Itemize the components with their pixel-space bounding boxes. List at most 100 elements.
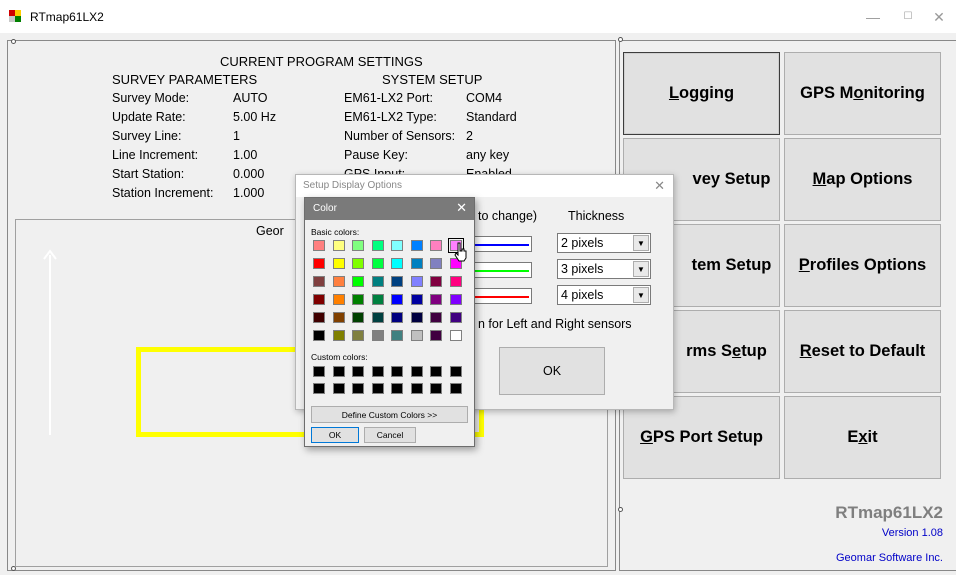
thickness-select[interactable]: 3 pixels ▼	[557, 259, 651, 279]
custom-color-swatch[interactable]	[449, 383, 462, 394]
basic-color-swatch[interactable]	[410, 330, 423, 341]
ok-button[interactable]: OK	[311, 427, 359, 443]
system-label: Number of Sensors:	[344, 129, 456, 143]
minimize-button[interactable]: —	[856, 6, 890, 28]
basic-color-swatch[interactable]	[352, 276, 364, 287]
basic-color-swatch[interactable]	[352, 312, 364, 323]
map-options-button[interactable]: Map Options	[784, 138, 941, 221]
basic-color-swatch[interactable]	[410, 312, 423, 323]
basic-color-swatch[interactable]	[332, 240, 345, 251]
chevron-down-icon[interactable]: ▼	[633, 287, 649, 303]
basic-color-swatch[interactable]	[430, 240, 442, 251]
basic-color-swatch[interactable]	[391, 330, 403, 341]
basic-color-swatch[interactable]	[313, 258, 325, 269]
custom-color-swatch[interactable]	[391, 366, 403, 377]
basic-color-swatch[interactable]	[430, 276, 442, 287]
basic-color-swatch[interactable]	[352, 330, 364, 341]
survey-value: 1.000	[233, 186, 265, 200]
logging-accel: L	[668, 84, 680, 102]
profiles-options-button[interactable]: Profiles Options	[784, 224, 941, 307]
reset-to-default-button[interactable]: Reset to Default	[784, 310, 941, 393]
basic-color-swatch[interactable]	[332, 276, 345, 287]
custom-color-swatch[interactable]	[430, 383, 442, 394]
define-custom-colors-button[interactable]: Define Custom Colors >>	[311, 406, 468, 423]
left-sensor-color-sample[interactable]	[466, 236, 532, 252]
center-sensor-color-sample[interactable]	[466, 262, 532, 278]
basic-color-swatch[interactable]	[430, 294, 442, 305]
thickness-column-header: Thickness	[568, 209, 625, 223]
basic-color-swatch[interactable]	[313, 330, 325, 341]
thickness-select[interactable]: 2 pixels ▼	[557, 233, 651, 253]
custom-color-swatch[interactable]	[332, 383, 345, 394]
basic-color-swatch[interactable]	[332, 258, 345, 269]
basic-color-swatch[interactable]	[371, 294, 384, 305]
custom-color-swatch[interactable]	[410, 383, 423, 394]
logging-button[interactable]: Logging	[623, 52, 780, 135]
system-label: EM61-LX2 Port:	[344, 91, 433, 105]
color-line	[469, 296, 529, 298]
custom-color-swatch[interactable]	[313, 383, 325, 394]
basic-color-swatch[interactable]	[391, 258, 403, 269]
basic-color-swatch[interactable]	[410, 276, 423, 287]
custom-colors-label: Custom colors:	[311, 352, 368, 362]
basic-color-swatch[interactable]	[430, 330, 442, 341]
maximize-button[interactable]: ☐	[891, 6, 925, 28]
basic-color-swatch[interactable]	[449, 294, 462, 305]
basic-color-swatch[interactable]	[371, 258, 384, 269]
color-column-header: to change)	[478, 209, 538, 223]
custom-color-swatch[interactable]	[371, 366, 384, 377]
close-button[interactable]: ✕	[922, 6, 956, 28]
basic-color-swatch[interactable]	[391, 276, 403, 287]
custom-color-swatch[interactable]	[352, 366, 364, 377]
custom-color-swatch[interactable]	[449, 366, 462, 377]
basic-color-swatch[interactable]	[313, 276, 325, 287]
custom-color-swatch[interactable]	[313, 366, 325, 377]
chevron-down-icon[interactable]: ▼	[633, 235, 649, 251]
basic-color-swatch[interactable]	[313, 312, 325, 323]
custom-color-swatch[interactable]	[352, 383, 364, 394]
basic-color-swatch[interactable]	[352, 240, 364, 251]
basic-color-swatch[interactable]	[313, 294, 325, 305]
map-label: Geor	[256, 224, 284, 238]
basic-color-swatch[interactable]	[430, 258, 442, 269]
survey-value: 5.00 Hz	[233, 110, 277, 124]
basic-color-swatch[interactable]	[391, 240, 403, 251]
basic-color-swatch[interactable]	[371, 240, 384, 251]
ok-button[interactable]: OK	[499, 347, 605, 395]
survey-value: 1	[233, 129, 240, 143]
basic-color-swatch[interactable]	[391, 294, 403, 305]
custom-color-swatch[interactable]	[391, 383, 403, 394]
basic-color-swatch[interactable]	[449, 330, 462, 341]
basic-color-swatch[interactable]	[449, 312, 462, 323]
basic-color-swatch[interactable]	[371, 312, 384, 323]
basic-color-swatch[interactable]	[371, 330, 384, 341]
right-sensor-color-sample[interactable]	[466, 288, 532, 304]
cancel-button[interactable]: Cancel	[364, 427, 416, 443]
custom-color-swatch[interactable]	[410, 366, 423, 377]
basic-color-swatch[interactable]	[410, 258, 423, 269]
custom-color-swatch[interactable]	[332, 366, 345, 377]
thickness-value: 3 pixels	[561, 262, 604, 276]
survey-value: AUTO	[233, 91, 268, 105]
basic-color-swatch[interactable]	[449, 276, 462, 287]
basic-color-swatch[interactable]	[352, 294, 364, 305]
exit-button[interactable]: Ex it	[784, 396, 941, 479]
basic-color-swatch[interactable]	[332, 312, 345, 323]
thickness-select[interactable]: 4 pixels ▼	[557, 285, 651, 305]
basic-color-swatch[interactable]	[332, 294, 345, 305]
basic-color-swatch[interactable]	[410, 240, 423, 251]
basic-color-swatch[interactable]	[371, 276, 384, 287]
chevron-down-icon[interactable]: ▼	[633, 261, 649, 277]
basic-color-swatch[interactable]	[352, 258, 364, 269]
system-value: 2	[466, 129, 473, 143]
basic-color-swatch[interactable]	[313, 240, 325, 251]
custom-color-swatch[interactable]	[430, 366, 442, 377]
basic-color-swatch[interactable]	[332, 330, 345, 341]
basic-color-swatch[interactable]	[410, 294, 423, 305]
basic-color-swatch[interactable]	[430, 312, 442, 323]
custom-color-swatch[interactable]	[371, 383, 384, 394]
close-icon[interactable]: ✕	[456, 200, 467, 216]
close-icon[interactable]: ✕	[654, 178, 665, 194]
gps-monitoring-button[interactable]: GPS Mo nitoring	[784, 52, 941, 135]
basic-color-swatch[interactable]	[391, 312, 403, 323]
